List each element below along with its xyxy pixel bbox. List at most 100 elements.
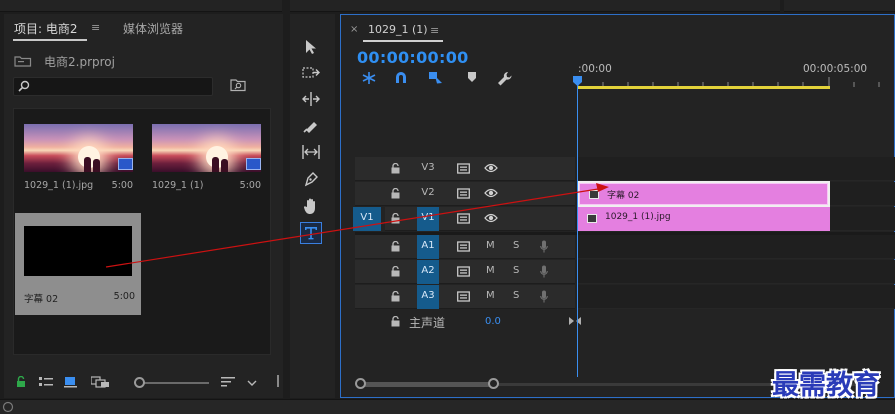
track-row-a3: A3 M S [341,285,895,310]
track-content[interactable] [577,285,895,309]
microphone-icon[interactable] [540,240,548,256]
watermark-logo: 最需教育 [772,370,880,401]
tab-media-browser[interactable]: 媒体浏览器 [123,20,183,37]
lock-icon[interactable] [391,290,400,305]
project-item-name: 字幕 02 [24,294,59,305]
track-name[interactable]: A3 [417,285,439,309]
chevron-down-icon[interactable] [247,377,257,390]
source-patch-v1[interactable]: V1 [353,207,381,231]
film-sync-icon[interactable] [457,241,470,255]
thumbnail-figure [93,159,100,172]
track-header: A1 M S [355,235,575,259]
project-folder-icon [14,55,32,70]
tab-sequence[interactable]: 1029_1 (1) [368,23,428,36]
close-icon[interactable]: × [350,24,358,35]
fx-badge-icon [589,190,599,199]
master-volume-value[interactable]: 0.0 [485,316,501,327]
solo-button[interactable]: S [513,265,519,276]
timeline-clip-image[interactable]: 1029_1 (1).jpg [577,207,830,231]
project-item[interactable]: 1029_1 (1) 5:00 [143,110,267,210]
type-tool-icon[interactable] [300,222,322,244]
snap-magnet-icon[interactable] [394,71,408,88]
track-select-tool-icon[interactable] [300,62,322,84]
project-item-name: 1029_1 (1) [152,180,204,191]
eye-icon[interactable] [484,188,498,201]
top-strip-center [290,0,780,12]
lock-icon[interactable] [391,187,400,202]
tab-underline [13,39,87,41]
go-to-in-out-icon[interactable] [569,316,581,329]
project-item-duration: 5:00 [239,180,261,191]
time-ruler[interactable]: :00:00 00:00:05:00 [577,51,895,91]
project-item-selected[interactable]: 字幕 02 5:00 [15,213,141,315]
lock-icon[interactable] [391,212,400,227]
ruler-label-5s: 00:00:05:00 [803,63,868,75]
project-item[interactable]: 1029_1 (1).jpg 5:00 [15,110,139,210]
ripple-edit-tool-icon[interactable] [300,88,322,110]
lock-icon[interactable] [391,265,400,280]
track-header: A3 M S [355,285,575,309]
microphone-icon[interactable] [540,265,548,281]
search-input[interactable] [13,77,213,96]
track-content[interactable] [577,157,895,181]
sort-icon[interactable] [221,376,235,391]
nest-sequence-icon[interactable] [361,71,377,88]
lock-icon[interactable] [391,315,400,330]
track-content[interactable] [577,260,895,284]
tab-project[interactable]: 项目: 电商2 [14,20,78,37]
project-panel-menu-icon[interactable]: ≡ [91,21,100,34]
hand-tool-icon[interactable] [300,195,322,217]
microphone-icon[interactable] [540,290,548,306]
track-name[interactable]: V1 [417,207,439,231]
timeline-menu-icon[interactable]: ≡ [430,24,439,37]
linked-selection-icon[interactable] [428,71,444,88]
track-name[interactable]: A2 [417,260,439,284]
bin-icon-view[interactable]: 1029_1 (1).jpg 5:00 1029_1 (1) 5:00 字幕 0… [13,108,271,355]
scrollbar-right-handle[interactable] [488,378,499,389]
solo-button[interactable]: S [513,240,519,251]
playhead-timecode[interactable]: 00:00:00:00 [357,48,469,67]
film-sync-icon[interactable] [457,188,470,202]
slip-tool-icon[interactable] [300,141,322,163]
new-search-bin-icon[interactable] [230,78,246,95]
clip-thumbnail [152,124,261,172]
lock-icon[interactable] [16,375,26,391]
timeline-clip-title[interactable]: 字幕 02 [579,183,828,205]
add-marker-icon[interactable] [467,71,477,86]
mute-button[interactable]: M [486,290,495,301]
list-view-icon[interactable] [39,376,53,391]
film-sync-icon[interactable] [457,291,470,305]
track-content[interactable]: 字幕 02 [577,182,895,206]
mute-button[interactable]: M [486,240,495,251]
track-content[interactable]: 1029_1 (1).jpg [577,207,895,231]
still-image-icon [118,158,133,170]
eye-icon[interactable] [484,213,498,226]
selection-tool-icon[interactable] [300,36,322,58]
track-name[interactable]: A1 [417,235,439,259]
solo-button[interactable]: S [513,290,519,301]
pen-tool-icon[interactable] [300,168,322,190]
lock-icon[interactable] [391,162,400,177]
film-sync-icon[interactable] [457,266,470,280]
lock-icon[interactable] [391,240,400,255]
razor-tool-icon[interactable] [300,115,322,137]
eye-icon[interactable] [484,163,498,176]
scrollbar-thumb[interactable] [359,382,494,387]
panel-divider [277,375,280,390]
film-sync-icon[interactable] [457,163,470,177]
scrollbar-left-handle[interactable] [355,378,366,389]
freeform-view-icon[interactable] [90,376,111,391]
clip-name: 1029_1 (1).jpg [605,212,671,222]
mute-button[interactable]: M [486,265,495,276]
track-content[interactable] [577,235,895,259]
work-area-bar[interactable] [577,86,830,89]
project-file-name: 电商2.prproj [44,55,115,69]
top-strip-left [0,0,282,12]
fx-badge-icon [587,214,597,223]
film-sync-icon[interactable] [457,213,470,227]
zoom-slider-track[interactable] [139,382,209,384]
wrench-settings-icon[interactable] [497,71,513,90]
track-row-v3: V3 [341,157,895,182]
icon-view-icon[interactable] [64,376,78,391]
zoom-slider-handle[interactable] [134,377,145,388]
